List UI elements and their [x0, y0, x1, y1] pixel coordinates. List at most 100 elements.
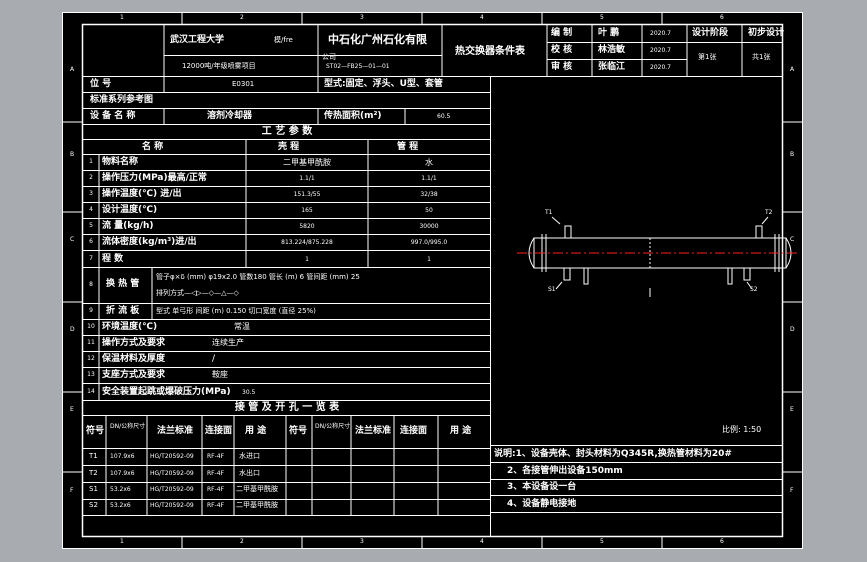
nozzle-dn: 53.2x6	[110, 502, 131, 509]
nozzle-label-t1: T1	[545, 209, 553, 216]
drawing-scale: 比例: 1:50	[722, 425, 762, 434]
param-name: 物料名称	[102, 157, 139, 167]
nozzle-label-s1: S1	[548, 286, 556, 293]
sheet-number: 第1张	[698, 53, 717, 61]
zone-col: 3	[360, 14, 364, 21]
ambient-temp-label: 环境温度(℃)	[102, 322, 158, 332]
zone-col: 5	[600, 14, 604, 21]
note-3: 3、本设备设一台	[507, 482, 577, 492]
standard-series-label: 标准系列参考图	[90, 95, 154, 105]
heat-area-value: 60.5	[437, 113, 451, 120]
shell-value: 5820	[299, 223, 315, 230]
nozzle-header-face-right: 连接面	[400, 426, 428, 436]
ambient-temp-value: 常温	[234, 322, 250, 331]
support-label: 支座方式及要求	[102, 370, 166, 380]
zone-col: 1	[120, 14, 124, 21]
role-reviewed: 审 核	[551, 62, 573, 72]
support-value: 鞍座	[212, 370, 228, 379]
param-name: 操作温度(℃) 进/出	[102, 189, 182, 199]
tube-bundle-label: 换 热 管	[106, 279, 140, 289]
nozzle-face: RF-4F	[207, 470, 225, 477]
nozzle-dn: 107.9x6	[110, 470, 135, 477]
row-number: 4	[89, 206, 93, 213]
operation-mode-label: 操作方式及要求	[102, 338, 166, 348]
note-2: 2、各接管伸出设备150mm	[507, 466, 623, 476]
shell-value: 813.224/875.228	[281, 239, 333, 246]
shell-value: 165	[301, 207, 313, 214]
nozzle-use: 水进口	[239, 452, 260, 460]
zone-col: 6	[720, 538, 724, 545]
nozzle-symbol: T1	[89, 452, 98, 460]
safety-device-value: 30.5	[242, 389, 256, 396]
row-number: 14	[87, 388, 95, 395]
nozzle-standard: HG/T20592-09	[150, 502, 194, 509]
nozzle-header-dn-right: DN/公称尺寸	[315, 423, 351, 430]
heat-area-label: 传热面积(m²)	[324, 111, 382, 121]
date-prepared: 2020.7	[650, 30, 671, 37]
safety-device-label: 安全装置起跳或爆破压力(MPa)	[102, 387, 231, 397]
tag-value: E0301	[232, 80, 255, 88]
zone-col: 1	[120, 538, 124, 545]
zone-row: C	[790, 236, 795, 243]
shell-value: 1	[305, 256, 309, 263]
nozzle-label-s2: S2	[750, 286, 758, 293]
tube-value: 1	[427, 256, 431, 263]
shell-value: 二甲基甲酰胺	[283, 158, 331, 167]
tube-value: 997.0/995.0	[410, 239, 448, 246]
tube-value: 1.1/1	[421, 175, 437, 182]
company-name-tail: 公司	[322, 53, 336, 61]
operation-mode-value: 连续生产	[212, 338, 244, 347]
zone-col: 4	[480, 538, 484, 545]
zone-col: 4	[480, 14, 484, 21]
tube-spec: 管子φ×δ (mm) φ19x2.0 管数180 管长 (m) 6 管间距 (m…	[156, 273, 360, 281]
name-reviewed: 张临江	[598, 62, 626, 72]
nozzle-header-std: 法兰标准	[157, 426, 194, 436]
note-1: 说明:1、设备壳体、封头材料为Q345R,换热管材料为20#	[494, 449, 732, 459]
date-checked: 2020.7	[650, 47, 671, 54]
nozzle-standard: HG/T20592-09	[150, 486, 194, 493]
nozzle-table-title: 接 管 及 开 孔 一 览 表	[234, 402, 340, 413]
role-checked: 校 核	[551, 45, 573, 55]
nozzle-face: RF-4F	[207, 502, 225, 509]
zone-row: E	[70, 406, 74, 413]
param-name: 程 数	[102, 254, 124, 264]
software-note: 模/fre	[274, 36, 293, 44]
zone-col: 5	[600, 538, 604, 545]
exchanger-type: 型式:固定、浮头、U型、套管	[324, 79, 443, 89]
zone-row: C	[70, 236, 75, 243]
insulation-label: 保温材料及厚度	[102, 354, 166, 364]
nozzle-dn: 107.9x6	[110, 453, 135, 460]
nozzle-standard: HG/T20592-09	[150, 453, 194, 460]
param-name: 流体密度(kg/m³)进/出	[102, 237, 197, 247]
nozzle-face: RF-4F	[207, 453, 225, 460]
nozzle-use: 二甲基甲酰胺	[236, 485, 278, 493]
drawing-sheet: 武汉工程大学 模/fre 12000吨/年级喷雾项目 中石化广州石化有限 公司 …	[62, 12, 803, 549]
nozzle-symbol: T2	[89, 469, 98, 477]
zone-row: B	[790, 151, 795, 158]
project-name: 12000吨/年级喷雾项目	[182, 62, 256, 70]
row-number: 5	[89, 222, 93, 229]
zone-col: 3	[360, 538, 364, 545]
row-number: 13	[87, 371, 95, 378]
shell-value: 151.3/55	[293, 191, 321, 198]
zone-row: E	[790, 406, 794, 413]
tube-value: 30000	[419, 223, 439, 230]
nozzle-header-face: 连接面	[205, 426, 233, 436]
process-params-title: 工 艺 参 数	[261, 126, 313, 137]
param-name: 操作压力(MPa)最高/正常	[102, 173, 207, 183]
university-name: 武汉工程大学	[170, 35, 225, 45]
nozzle-standard: HG/T20592-09	[150, 470, 194, 477]
row-number: 11	[87, 339, 95, 346]
zone-row: A	[790, 66, 795, 73]
zone-col: 6	[720, 14, 724, 21]
drawing-number: ST02—FB25—01—01	[326, 63, 390, 70]
col-shell-header: 壳 程	[278, 142, 300, 152]
insulation-value: /	[212, 354, 216, 364]
design-stage-value: 初步设计	[748, 28, 785, 38]
tube-arrangement: 排列方式—◁▷—◇—△—◇	[156, 289, 239, 297]
company-name: 中石化广州石化有限	[328, 33, 427, 46]
zone-col: 2	[240, 14, 244, 21]
tube-value: 50	[425, 207, 433, 214]
row-number: 7	[89, 255, 93, 262]
row-number: 9	[89, 307, 93, 314]
